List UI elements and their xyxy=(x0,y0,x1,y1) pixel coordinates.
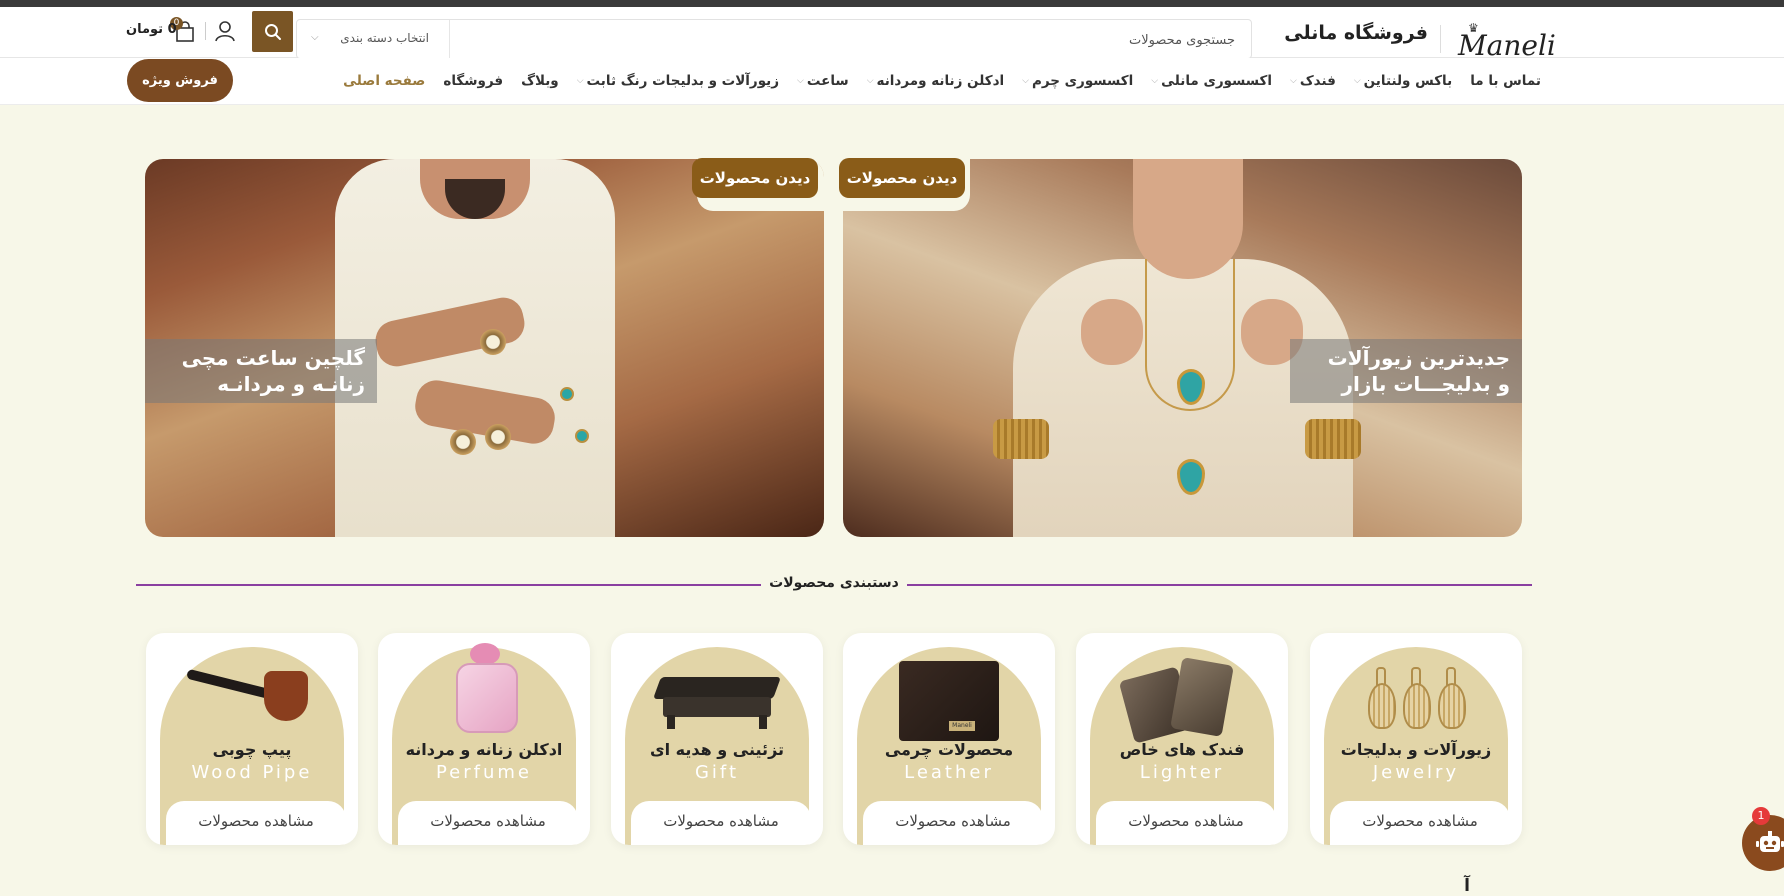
chevron-down-icon: ⌵ xyxy=(866,76,874,86)
view-products-button[interactable]: دیدن محصولات xyxy=(839,158,965,198)
card-subtitle: Lighter xyxy=(1139,762,1225,783)
brand-logo[interactable]: ♛ Maneli xyxy=(1448,19,1556,62)
watch-icon xyxy=(485,424,511,450)
card-title: فندک های خاص xyxy=(1119,740,1245,759)
banner-caption: جدیدترین زیورآلات و بدلیجـــات بازار xyxy=(1290,339,1522,403)
nav-item[interactable]: ادکلن زنانه ومردانه ⌵ xyxy=(867,73,1004,89)
categories-heading-text: دستبندی محصولات xyxy=(761,575,907,591)
nav-list: صفحه اصلی فروشگاه وبلاگ زیورآلات و بدلیجات … xyxy=(343,58,1541,104)
chat-notification-badge: 1 xyxy=(1752,807,1770,825)
card-subtitle: Leather xyxy=(904,762,994,783)
nav-item-label: صفحه اصلی xyxy=(343,73,426,89)
nav-item-label: وبلاگ xyxy=(521,73,559,89)
card-view-link[interactable]: مشاهده محصولات xyxy=(398,801,578,845)
ring-icon xyxy=(575,429,589,443)
nav-item-label: زیورآلات و بدلیجات رنگ ثابت xyxy=(586,73,780,89)
banner-woman-hand xyxy=(1081,299,1143,365)
card-title: زیورآلات و بدلیجات xyxy=(1340,740,1492,759)
card-view-link[interactable]: مشاهده محصولات xyxy=(1096,801,1276,845)
chevron-down-icon: ⌵ xyxy=(1022,76,1029,86)
robot-icon xyxy=(1756,831,1784,852)
card-title: پیپ چوبی xyxy=(212,740,292,759)
chevron-down-icon: ⌵ xyxy=(311,32,319,43)
search-button[interactable] xyxy=(252,11,293,52)
card-subtitle: Gift xyxy=(694,762,740,783)
category-select-label: انتخاب دسته بندی xyxy=(340,31,429,45)
nav-item[interactable]: اکسسوری مانلی ⌵ xyxy=(1151,73,1272,89)
main-navigation: صفحه اصلی فروشگاه وبلاگ زیورآلات و بدلیجات … xyxy=(0,58,1784,105)
banner-caption-line: و بدلیجـــات بازار xyxy=(1341,372,1510,396)
watch-icon xyxy=(480,329,506,355)
categories-heading-label: دستبندی محصولات xyxy=(136,575,1532,591)
nav-item[interactable]: فندک ⌵ xyxy=(1290,73,1336,89)
banner-jewelry[interactable]: جدیدترین زیورآلات و بدلیجـــات بازار xyxy=(843,159,1522,537)
nav-item-label: باکس ولنتاین xyxy=(1363,73,1453,89)
category-card-jewelry[interactable]: زیورآلات و بدلیجات Jewelry مشاهده محصولا… xyxy=(1310,633,1522,845)
nav-item-label: ساعت xyxy=(806,73,849,89)
user-account-icon[interactable] xyxy=(214,20,236,42)
card-view-link[interactable]: مشاهده محصولات xyxy=(1330,801,1510,845)
header-separator xyxy=(205,22,206,40)
top-strip xyxy=(0,0,1784,7)
card-view-link[interactable]: مشاهده محصولات xyxy=(166,801,346,845)
category-cards: پیپ چوبی Wood Pipe مشاهده محصولات ادکلن … xyxy=(146,633,1522,845)
category-card-gift[interactable]: تزئینی و هدیه ای Gift مشاهده محصولات xyxy=(611,633,823,845)
cart-total: 0 تومان xyxy=(126,22,177,37)
search-icon xyxy=(264,23,281,40)
bangle-icon xyxy=(1305,419,1361,459)
next-section-heading: آ xyxy=(1464,876,1470,896)
nav-item-label: تماس با ما xyxy=(1470,73,1541,89)
nav-item[interactable]: وبلاگ xyxy=(521,73,559,89)
special-sale-button[interactable]: فروش ویژه xyxy=(127,59,233,102)
nav-item-label: اکسسوری مانلی xyxy=(1161,73,1273,89)
nav-item[interactable]: صفحه اصلی xyxy=(343,73,425,89)
nav-item-label: فروشگاه xyxy=(443,73,504,89)
categories-heading: دستبندی محصولات xyxy=(136,575,1532,595)
chevron-down-icon: ⌵ xyxy=(576,76,584,86)
nav-item[interactable]: ساعت ⌵ xyxy=(797,73,849,89)
shop-name: فروشگاه مانلی xyxy=(1284,22,1428,44)
view-products-button[interactable]: دیدن محصولات xyxy=(692,158,818,198)
banner-caption-line: گلچین ساعت مچی xyxy=(181,346,365,370)
card-title: محصولات چرمی xyxy=(884,740,1014,759)
banner-watches[interactable]: گلچین ساعت مچی زنانـه و مردانـه xyxy=(145,159,824,537)
chevron-down-icon: ⌵ xyxy=(1151,76,1159,86)
nav-item-label: ادکلن زنانه ومردانه xyxy=(876,73,1005,89)
nav-item[interactable]: زیورآلات و بدلیجات رنگ ثابت ⌵ xyxy=(577,73,779,89)
nav-item[interactable]: فروشگاه xyxy=(443,73,503,89)
category-card-pipe[interactable]: پیپ چوبی Wood Pipe مشاهده محصولات xyxy=(146,633,358,845)
nav-item-label: اکسسوری چرم xyxy=(1031,73,1134,89)
watch-icon xyxy=(450,429,476,455)
ring-icon xyxy=(560,387,574,401)
card-subtitle: Jewelry xyxy=(1372,762,1460,783)
search-input[interactable] xyxy=(473,20,1237,60)
category-select[interactable]: انتخاب دسته بندی ⌵ xyxy=(297,20,449,58)
search-divider xyxy=(449,20,450,58)
category-card-lighter[interactable]: فندک های خاص Lighter مشاهده محصولات xyxy=(1076,633,1288,845)
category-card-leather[interactable]: Maneli محصولات چرمی Leather مشاهده محصول… xyxy=(843,633,1055,845)
card-title: تزئینی و هدیه ای xyxy=(649,740,785,759)
chevron-down-icon: ⌵ xyxy=(797,76,804,86)
category-card-perfume[interactable]: ادکلن زنانه و مردانه Perfume مشاهده محصو… xyxy=(378,633,590,845)
nav-item[interactable]: اکسسوری چرم ⌵ xyxy=(1022,73,1133,89)
card-title: ادکلن زنانه و مردانه xyxy=(405,740,563,759)
card-subtitle: Wood Pipe xyxy=(191,762,313,783)
banner-caption: گلچین ساعت مچی زنانـه و مردانـه xyxy=(145,339,377,403)
card-view-link[interactable]: مشاهده محصولات xyxy=(631,801,811,845)
search-bar: انتخاب دسته بندی ⌵ xyxy=(296,19,1252,60)
banner-caption-line: زنانـه و مردانـه xyxy=(217,372,365,396)
nav-item[interactable]: باکس ولنتاین ⌵ xyxy=(1354,73,1452,89)
card-view-link[interactable]: مشاهده محصولات xyxy=(863,801,1043,845)
nav-item[interactable]: تماس با ما xyxy=(1470,73,1541,89)
card-subtitle: Perfume xyxy=(435,762,533,783)
chevron-down-icon: ⌵ xyxy=(1353,76,1361,86)
brand-divider xyxy=(1440,25,1441,53)
banner-caption-line: جدیدترین زیورآلات xyxy=(1327,346,1510,370)
chevron-down-icon: ⌵ xyxy=(1290,76,1297,86)
nav-item-label: فندک xyxy=(1299,73,1336,89)
bangle-icon xyxy=(993,419,1049,459)
